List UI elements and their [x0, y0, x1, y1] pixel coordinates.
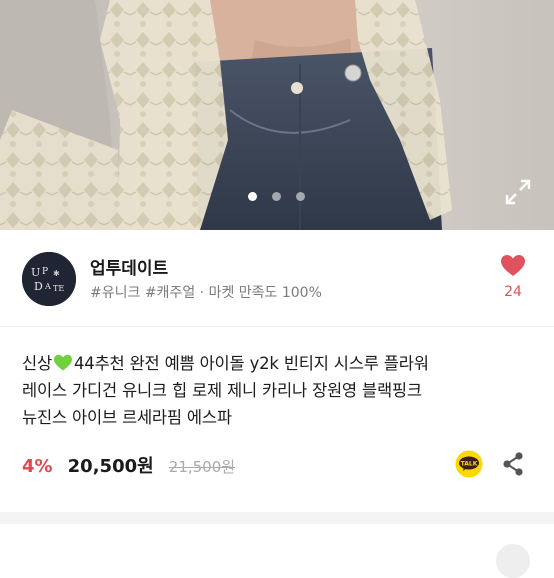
market-satisfaction: 마켓 만족도 100% — [208, 285, 322, 301]
kakao-talk-button[interactable]: TALK — [455, 450, 483, 478]
share-button[interactable] — [501, 451, 525, 477]
svg-text:✱: ✱ — [53, 269, 60, 278]
title-line-2: 레이스 가디건 유니크 힙 로제 제니 카리나 장원영 블랙핑크 — [22, 381, 422, 400]
seller-section[interactable]: U P ✱ D A TE 업투데이트 #유니크 #캐주얼 · 마켓 만족도 10… — [0, 230, 554, 326]
product-photo[interactable] — [0, 0, 554, 230]
talk-icon: TALK — [455, 450, 483, 478]
price-row: 4% 20,500원 21,500원 — [22, 452, 235, 478]
product-title: 신상 44추천 완전 예쁨 아이돌 y2k 빈티지 시스루 플라워 레이스 가디건… — [22, 350, 542, 431]
svg-text:P: P — [42, 267, 48, 277]
svg-text:D: D — [34, 280, 43, 293]
next-section-avatar — [496, 544, 530, 578]
original-price: 21,500원 — [168, 458, 236, 476]
gallery-dot-1[interactable] — [248, 192, 257, 201]
talk-label: TALK — [461, 461, 478, 468]
expand-arrows-icon[interactable] — [504, 178, 532, 206]
gallery-pagination — [0, 192, 554, 206]
seller-tag[interactable]: #유니크 — [90, 285, 140, 301]
title-text: 44추천 완전 예쁨 아이돌 y2k 빈티지 시스루 플라워 — [73, 354, 429, 373]
discount-rate: 4% — [22, 456, 53, 477]
svg-text:U: U — [31, 266, 40, 279]
gallery-dot-3[interactable] — [296, 192, 305, 201]
svg-text:A: A — [44, 282, 51, 291]
seller-logo: U P ✱ D A TE — [22, 252, 76, 306]
title-line-1: 신상 44추천 완전 예쁨 아이돌 y2k 빈티지 시스루 플라워 — [22, 350, 542, 377]
svg-text:TE: TE — [53, 284, 64, 293]
like-count: 24 — [504, 284, 522, 300]
heart-icon — [501, 255, 525, 276]
share-icon — [503, 452, 523, 476]
title-text: 신상 — [22, 354, 52, 373]
meta-separator: · — [199, 285, 205, 301]
section-divider — [0, 326, 554, 327]
gallery-dot-2[interactable] — [272, 192, 281, 201]
section-separator — [0, 512, 554, 524]
seller-avatar[interactable]: U P ✱ D A TE — [22, 252, 76, 306]
seller-meta: #유니크 #캐주얼 · 마켓 만족도 100% — [90, 282, 322, 302]
sale-price: 20,500원 — [67, 456, 154, 477]
like-button[interactable]: 24 — [496, 254, 530, 300]
seller-name[interactable]: 업투데이트 — [90, 254, 168, 279]
seller-tag[interactable]: #캐주얼 — [145, 285, 195, 301]
title-line-3: 뉴진스 아이브 르세라핌 에스파 — [22, 408, 232, 427]
green-heart-icon — [53, 354, 72, 371]
